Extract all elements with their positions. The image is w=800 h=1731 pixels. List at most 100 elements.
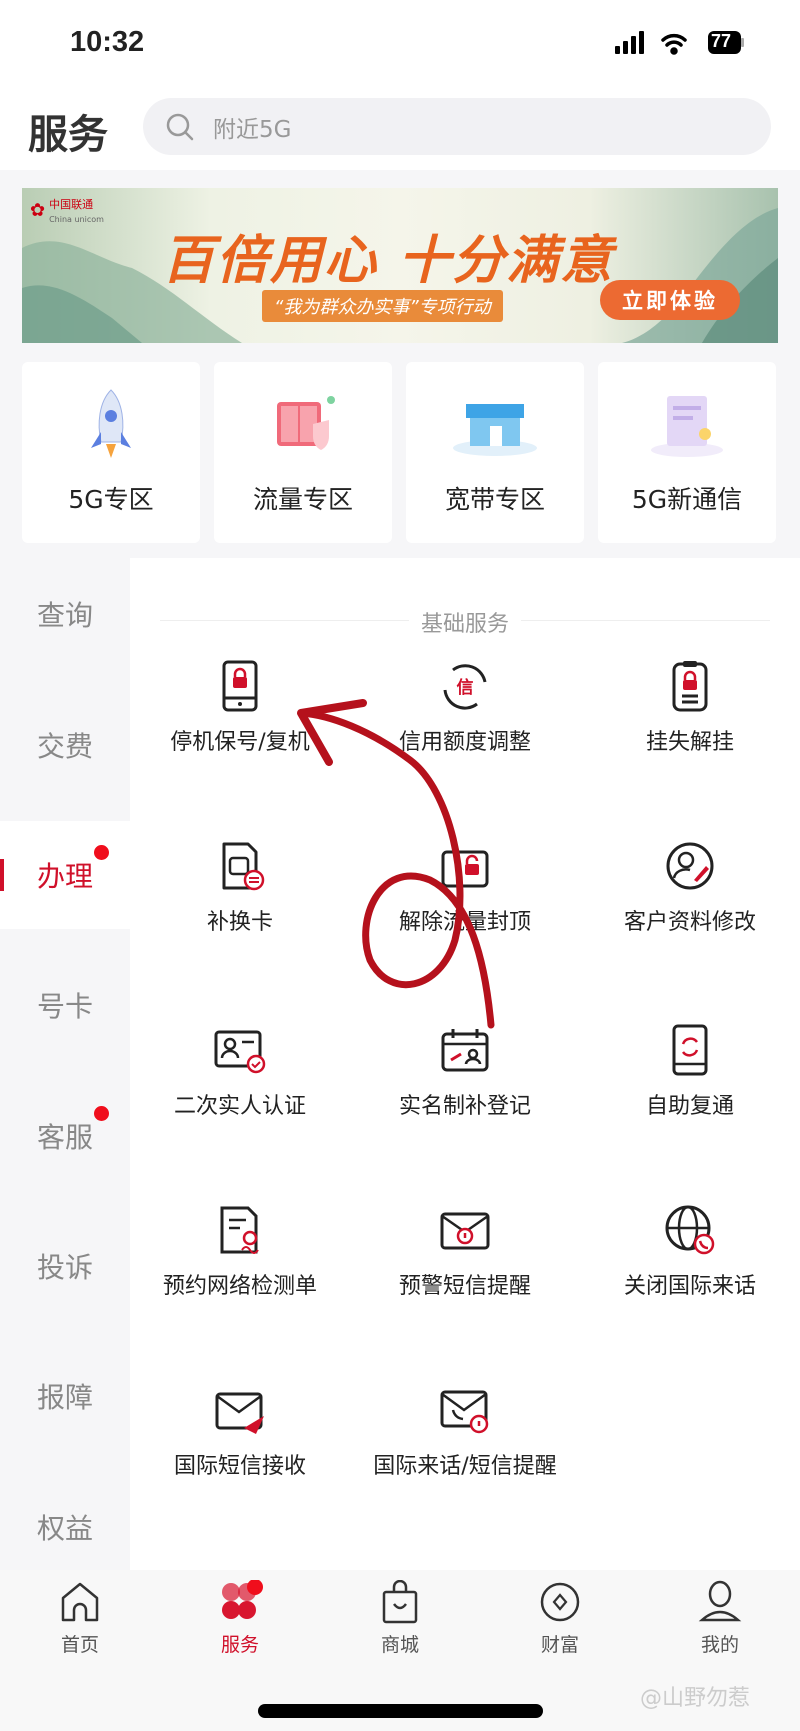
sidebar-item-query[interactable]: 查询 [0,560,130,668]
service-label: 挂失解挂 [645,730,734,755]
rocket-icon [91,389,131,458]
search-placeholder: 附近5G [213,116,292,143]
service-label: 关闭国际来话 [623,1274,756,1299]
service-real-name-register[interactable]: 实名制补登记 [355,1024,575,1120]
nav-label: 财富 [540,1634,579,1656]
badge-dot [94,845,109,860]
phone-refresh-icon [672,1024,708,1076]
service-label: 信用额度调整 [398,730,531,755]
sidebar-item-fault-report[interactable]: 报障 [0,1342,130,1450]
sidebar-item-label: 办理 [36,860,93,893]
id-verify-icon [214,1030,266,1074]
tile-label: 5G专区 [68,485,154,514]
tile-data-zone[interactable]: 流量专区 [214,362,392,543]
tile-5g-zone[interactable]: 5G专区 [22,362,200,543]
unicom-logo: ✿ 中国联通 China unicom [30,198,104,224]
logo-cn: 中国联通 [49,198,94,211]
service-label: 自助复通 [645,1094,734,1119]
search-input[interactable]: 附近5G [143,98,771,155]
nav-mall[interactable]: 商城 [320,1579,480,1657]
service-self-reactivate[interactable]: 自助复通 [580,1024,800,1120]
shopping-bag-icon [382,1579,418,1624]
nav-home[interactable]: 首页 [0,1580,160,1657]
logo-en: China unicom [49,215,104,224]
service-label: 停机保号/复机 [170,730,310,755]
service-label: 实名制补登记 [398,1094,531,1119]
sidebar-item-label: 查询 [36,599,93,632]
message-doc-icon [651,396,723,457]
banner-title: 百倍用心 十分满意 [162,230,615,291]
clover-icon [222,1579,263,1619]
status-bar: 10:32 77 [0,0,800,90]
tile-label: 流量专区 [252,485,353,514]
service-network-check[interactable]: 预约网络检测单 [130,1204,350,1300]
service-credit-adjust[interactable]: 信 信用额度调整 [355,660,575,756]
nav-services[interactable]: 服务 [160,1579,320,1657]
service-replace-sim[interactable]: 补换卡 [130,840,350,936]
signal-icon [615,31,644,54]
tile-label: 宽带专区 [444,485,545,514]
tile-5g-messaging[interactable]: 5G新通信 [598,362,776,543]
id-register-icon [441,1029,489,1072]
badge-dot [94,1106,109,1121]
service-label: 补换卡 [206,910,273,935]
service-intl-sms-receive[interactable]: 国际短信接收 [130,1384,350,1480]
banner-subtitle: “我为群众办实事”专项行动 [262,290,503,322]
section-title: 基础服务 [130,606,800,638]
service-edit-profile[interactable]: 客户资料修改 [580,840,800,936]
unlock-data-icon [441,850,489,888]
mail-alert-icon [440,1212,490,1250]
wifi-icon [661,33,687,55]
service-alert-sms[interactable]: 预警短信提醒 [355,1204,575,1300]
globe-phone-icon [665,1205,715,1255]
nav-wealth[interactable]: 财富 [480,1580,640,1657]
sidebar-item-label: 客服 [36,1121,93,1154]
sidebar-item-number-card[interactable]: 号卡 [0,951,130,1059]
search-icon [166,113,194,140]
status-time: 10:32 [70,26,145,58]
sidebar-item-complaint[interactable]: 投诉 [0,1212,130,1320]
service-label: 预约网络检测单 [162,1274,317,1299]
service-label: 客户资料修改 [623,910,756,935]
header: 服务 附近5G [0,90,800,170]
page-title: 服务 [28,112,108,158]
section-title-text: 基础服务 [408,612,521,637]
promo-banner[interactable]: ✿ 中国联通 China unicom 百倍用心 十分满意 “我为群众办实事”专项行… [22,188,778,343]
user-edit-icon [666,842,714,890]
sidebar-item-benefits[interactable]: 权益 [0,1473,130,1581]
clipboard-lock-icon [672,661,708,712]
service-face-verify[interactable]: 二次实人认证 [130,1024,350,1120]
tile-broadband-zone[interactable]: 宽带专区 [406,362,584,543]
sidebar-item-handle[interactable]: 办理 [0,821,130,929]
category-sidebar: 查询 交费 办理 号卡 客服 投诉 报障 权益 [0,558,130,1570]
home-indicator[interactable] [258,1704,543,1718]
service-report-loss[interactable]: 挂失解挂 [580,660,800,756]
battery-level: 77 [711,31,732,51]
phone-lock-icon [222,660,258,712]
tile-label: 5G新通信 [631,485,743,514]
watermark: @山野勿惹 [640,1686,751,1711]
nav-label: 服务 [220,1634,259,1656]
doc-check-icon [220,1206,259,1254]
service-label: 国际来话/短信提醒 [373,1454,557,1479]
service-label: 预警短信提醒 [398,1274,531,1299]
services-panel: 基础服务 停机保号/复机 信 信用额度调整 挂失解挂 补换卡 解除流量封顶 客户… [130,558,800,1570]
service-remove-data-cap[interactable]: 解除流量封顶 [355,840,575,936]
try-now-button[interactable]: 立即体验 [600,280,740,320]
nav-mine[interactable]: 我的 [640,1580,800,1657]
nav-label: 我的 [700,1634,739,1656]
service-block-intl-calls[interactable]: 关闭国际来话 [580,1204,800,1300]
home-icon [61,1582,99,1622]
nav-label: 商城 [380,1634,419,1656]
sim-swap-icon [222,842,265,891]
sidebar-item-label: 交费 [36,730,93,763]
service-label: 解除流量封顶 [398,910,531,935]
service-label: 二次实人认证 [173,1094,306,1119]
service-intl-call-sms-alert[interactable]: 国际来话/短信提醒 [355,1384,575,1480]
sidebar-item-label: 权益 [36,1512,93,1545]
sidebar-item-payment[interactable]: 交费 [0,691,130,799]
service-suspend-resume[interactable]: 停机保号/复机 [130,660,350,756]
svg-text:信: 信 [457,677,474,698]
sidebar-item-customer-service[interactable]: 客服 [0,1082,130,1190]
credit-refresh-icon: 信 [443,664,487,710]
